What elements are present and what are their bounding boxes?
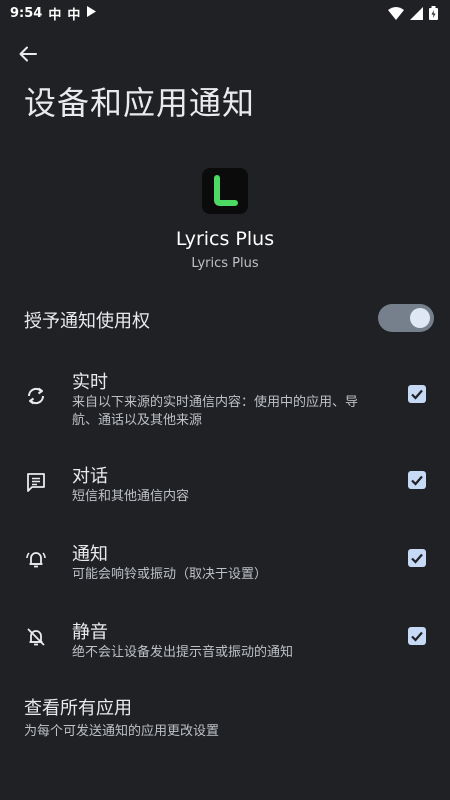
wifi-icon <box>388 6 404 20</box>
option-subtitle: 可能会响铃或振动（取决于设置） <box>72 567 268 582</box>
status-time: 9:54 <box>10 5 43 21</box>
option-subtitle: 来自以下来源的实时通信内容：使用中的应用、导航、通话以及其他来源 <box>72 395 359 428</box>
see-all-apps-row[interactable]: 查看所有应用 为每个可发送通知的应用更改设置 <box>0 694 450 744</box>
option-checkbox-conversation[interactable] <box>408 471 426 489</box>
grant-access-switch[interactable] <box>378 304 434 332</box>
app-package: Lyrics Plus <box>191 256 259 271</box>
option-row-realtime[interactable]: 实时 来自以下来源的实时通信内容：使用中的应用、导航、通话以及其他来源 <box>0 368 450 428</box>
option-title: 静音 <box>72 622 108 643</box>
arrow-back-icon <box>19 46 37 62</box>
check-icon <box>411 553 423 564</box>
check-icon <box>411 475 423 486</box>
back-button[interactable] <box>10 36 46 72</box>
option-row-alerting[interactable]: 通知 可能会响铃或振动（取决于设置） <box>0 540 450 584</box>
message-icon <box>24 470 48 494</box>
option-title: 对话 <box>72 466 108 487</box>
alert-bell-icon <box>24 547 48 571</box>
option-row-silent[interactable]: 静音 绝不会让设备发出提示音或振动的通知 <box>0 618 450 662</box>
option-title: 通知 <box>72 544 108 565</box>
grant-access-label: 授予通知使用权 <box>24 311 150 332</box>
option-row-conversation[interactable]: 对话 短信和其他通信内容 <box>0 462 450 506</box>
sync-icon <box>24 384 48 408</box>
check-icon <box>411 389 423 400</box>
notification-app-icon: 中 <box>48 7 62 23</box>
cell-signal-icon <box>410 6 423 20</box>
status-left: 9:54 中 中 <box>10 4 97 23</box>
option-subtitle: 短信和其他通信内容 <box>72 489 190 504</box>
status-right <box>388 6 438 20</box>
battery-icon <box>429 6 438 20</box>
lyrics-plus-logo-icon <box>214 175 238 206</box>
option-checkbox-silent[interactable] <box>408 627 426 645</box>
status-bar: 9:54 中 中 <box>0 0 450 26</box>
see-all-apps-subtitle: 为每个可发送通知的应用更改设置 <box>24 724 220 739</box>
option-checkbox-realtime[interactable] <box>408 385 426 403</box>
check-icon <box>411 631 423 642</box>
app-icon <box>202 168 248 214</box>
option-checkbox-alerting[interactable] <box>408 549 426 567</box>
notification-app-icon-2: 中 <box>67 7 81 23</box>
page-title: 设备和应用通知 <box>24 84 256 122</box>
option-subtitle: 绝不会让设备发出提示音或振动的通知 <box>72 645 294 660</box>
play-icon <box>86 5 97 21</box>
switch-thumb <box>410 308 430 328</box>
app-name: Lyrics Plus <box>175 228 275 250</box>
bell-off-icon <box>24 625 48 649</box>
grant-access-row[interactable]: 授予通知使用权 <box>0 298 450 342</box>
see-all-apps-title: 查看所有应用 <box>24 698 132 719</box>
option-title: 实时 <box>72 372 108 393</box>
